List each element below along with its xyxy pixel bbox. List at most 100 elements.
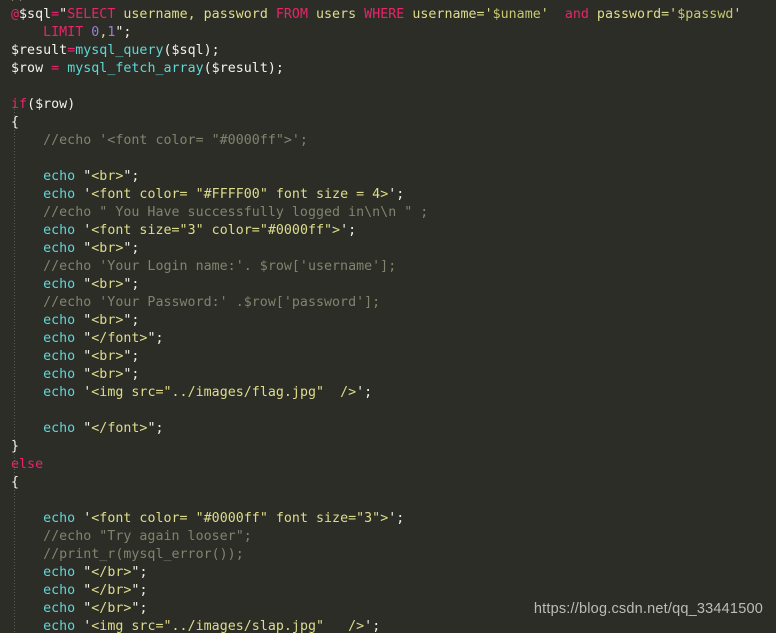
code-token: <br>	[91, 169, 124, 184]
code-line: echo "<br>";	[0, 168, 776, 186]
code-token: echo	[43, 349, 76, 364]
code-line: //print_r(mysql_error());	[0, 546, 776, 564]
code-token: </br>	[91, 583, 132, 598]
code-token: echo	[43, 601, 76, 616]
code-token: ;	[131, 313, 140, 328]
code-token: echo	[43, 421, 76, 436]
code-line: $row = mysql_fetch_array($result);	[0, 60, 776, 78]
code-line: echo '<img src="../images/flag.jpg" />';	[0, 384, 776, 402]
code-token: //echo "Try again looser";	[11, 529, 252, 544]
code-token: (	[203, 61, 212, 76]
code-token: '	[540, 7, 565, 22]
code-token: echo	[43, 241, 76, 256]
code-token: FROM	[275, 7, 308, 22]
code-token: echo	[43, 385, 76, 400]
code-token: '	[340, 223, 349, 238]
code-token: <br>	[91, 349, 124, 364]
code-line: LIMIT 0,1";	[0, 24, 776, 42]
code-token: <font size="3" color="#0000ff">	[91, 223, 341, 238]
code-token: {	[11, 475, 20, 490]
code-token: ;	[364, 385, 373, 400]
code-token: <br>	[91, 277, 124, 292]
code-token: SELECT	[67, 7, 116, 22]
code-token: ;	[372, 619, 381, 633]
code-line: echo "<br>";	[0, 240, 776, 258]
code-token: ;	[396, 511, 405, 526]
code-token: ;	[155, 331, 164, 346]
code-token: ;	[139, 583, 148, 598]
code-token: @	[11, 7, 20, 22]
code-token: and	[564, 7, 589, 22]
code-token: <img src="../images/slap.jpg" />	[91, 619, 365, 633]
code-token: (	[163, 43, 172, 58]
code-line: //echo 'Your Password:' .$row['password'…	[0, 294, 776, 312]
code-token: LIMIT	[43, 25, 84, 40]
code-token: echo	[43, 169, 76, 184]
code-token: $passwd	[677, 7, 734, 22]
code-line: echo "</br>";	[0, 582, 776, 600]
code-token: echo	[43, 187, 76, 202]
code-token: {	[11, 115, 20, 130]
code-token: </br>	[91, 601, 132, 616]
code-token: ;	[131, 277, 140, 292]
code-line: if($row)	[0, 96, 776, 114]
code-editor-text-area[interactable]: // @$sql="SELECT username, password FROM …	[0, 0, 776, 633]
code-token: WHERE	[364, 7, 405, 22]
code-token: echo	[43, 619, 76, 633]
code-token: password='	[588, 7, 678, 22]
code-token: $result	[211, 61, 268, 76]
code-token: echo	[43, 511, 76, 526]
code-line: echo "<br>";	[0, 276, 776, 294]
code-line: echo "</font>";	[0, 420, 776, 438]
code-token: "	[147, 421, 156, 436]
code-token: echo	[43, 367, 76, 382]
code-editor-screenshot: // @$sql="SELECT username, password FROM …	[0, 0, 776, 633]
code-token: );	[267, 61, 284, 76]
code-line: //echo '<font color= "#0000ff">';	[0, 132, 776, 150]
code-line: echo '<font size="3" color="#0000ff">';	[0, 222, 776, 240]
code-token: ;	[348, 223, 357, 238]
code-line: echo '<font color= "#FFFF00" font size =…	[0, 186, 776, 204]
code-token: =	[51, 7, 60, 22]
code-token: $sql	[171, 43, 204, 58]
code-token: $row	[35, 97, 68, 112]
code-token: <img src="../images/flag.jpg" />	[91, 385, 357, 400]
code-token: mysql_query	[75, 43, 164, 58]
code-token: //	[11, 0, 27, 4]
code-line: {	[0, 114, 776, 132]
code-line: echo "<br>";	[0, 366, 776, 384]
code-line: //echo " You Have successfully logged in…	[0, 204, 776, 222]
code-token: <br>	[91, 313, 124, 328]
code-token: echo	[43, 331, 76, 346]
csdn-watermark: https://blog.csdn.net/qq_33441500	[533, 601, 763, 617]
code-token: ;	[139, 601, 148, 616]
code-token: $row	[11, 61, 44, 76]
code-token: ;	[131, 169, 140, 184]
code-token: ;	[123, 25, 132, 40]
code-token: $result	[11, 43, 68, 58]
code-token: if	[11, 97, 28, 112]
code-token: //echo 'Your Password:' .$row['password'…	[11, 295, 381, 310]
code-token: mysql_fetch_array	[67, 61, 204, 76]
code-line: echo "<br>";	[0, 312, 776, 330]
code-token: ;	[131, 367, 140, 382]
code-token: echo	[43, 277, 76, 292]
code-token: <br>	[91, 367, 124, 382]
code-line: //echo 'Your Login name:'. $row['usernam…	[0, 258, 776, 276]
code-token: );	[203, 43, 220, 58]
code-token: else	[11, 457, 44, 472]
